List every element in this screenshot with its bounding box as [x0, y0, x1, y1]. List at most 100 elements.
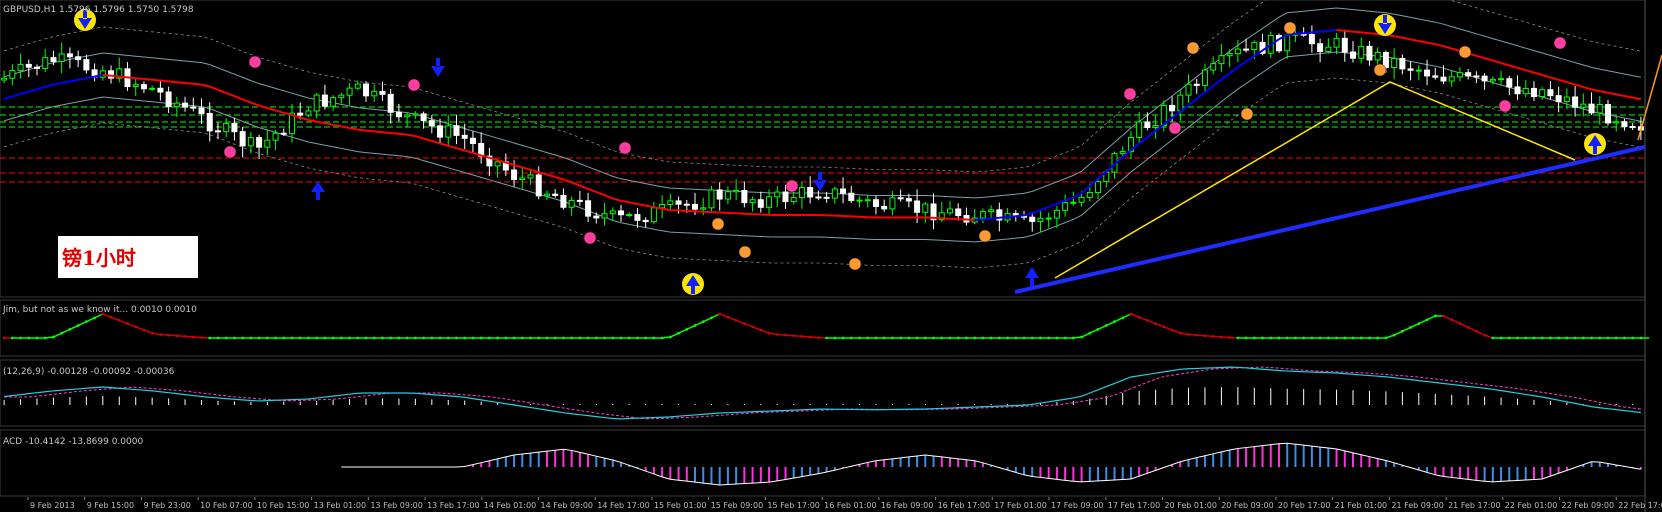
panel1-dot: [1368, 336, 1371, 340]
time-axis-label: 15 Feb 01:00: [654, 501, 706, 510]
ma-segment: [102, 74, 112, 77]
ma-segment: [1146, 130, 1157, 138]
ma-segment: [1484, 57, 1494, 62]
panel1-dot: [767, 331, 771, 335]
time-axis-label: 9 Feb 15:00: [87, 501, 134, 510]
panel1-dot: [35, 336, 39, 340]
panel1-dot: [1639, 336, 1643, 340]
ma-segment: [225, 92, 235, 98]
candle-body: [239, 131, 246, 147]
candle-body: [453, 125, 460, 136]
ma-segment: [1632, 96, 1642, 101]
candle-body: [1210, 63, 1217, 71]
ma-segment: [1451, 47, 1461, 52]
panel1-dot: [619, 336, 623, 340]
indicator-panel-1: [2, 312, 1650, 340]
panel1-dot: [1433, 314, 1437, 318]
candle-body: [585, 200, 592, 217]
macd-panel: [3, 366, 1641, 420]
ma-segment: [1245, 55, 1255, 63]
candle-body: [683, 203, 690, 206]
candle-body: [1547, 89, 1554, 97]
panel1-dot: [520, 336, 524, 340]
arrow-down-icon: [431, 58, 445, 77]
candle-body: [1366, 45, 1373, 61]
signal-dot: [248, 55, 262, 69]
panel1-dot: [652, 336, 656, 340]
panel1-dot: [208, 336, 212, 340]
candle-body: [1234, 48, 1241, 55]
candle-body: [1358, 45, 1365, 59]
panel1-dot: [191, 335, 195, 339]
panel1-dot: [1425, 318, 1429, 322]
panel1-dot: [1030, 336, 1034, 340]
ma-segment: [1204, 85, 1214, 94]
panel1-dot: [685, 327, 689, 331]
ma-segment: [1492, 59, 1502, 64]
candle-body: [1407, 68, 1414, 71]
signal-dot: [1186, 41, 1200, 55]
candle-body: [1308, 33, 1315, 45]
candle-body: [461, 134, 468, 139]
ma-segment: [1369, 32, 1378, 35]
candle-body: [108, 70, 115, 79]
candle-body: [34, 66, 41, 69]
panel1-dot: [1269, 336, 1273, 340]
candle-body: [231, 122, 238, 133]
panel1-dot: [899, 336, 903, 340]
panel1-dot: [1581, 336, 1585, 340]
ma-segment: [1311, 30, 1321, 34]
ma-segment: [382, 131, 391, 134]
ma-segment: [1336, 29, 1345, 32]
candle-body: [264, 139, 271, 148]
ma-segment: [324, 122, 334, 126]
candle-body: [363, 83, 370, 97]
ma-segment: [1361, 31, 1370, 35]
ma-segment: [152, 78, 161, 82]
candle-body: [659, 203, 666, 209]
candle-body: [511, 169, 518, 181]
ma-segment: [28, 88, 38, 93]
candle-body: [469, 137, 476, 144]
candle-body: [864, 199, 871, 202]
ma-segment: [1591, 88, 1600, 93]
panel1-dot: [882, 336, 886, 340]
ma-segment: [267, 107, 276, 112]
candle-body: [50, 57, 57, 62]
candle-body: [535, 174, 542, 197]
panel1-dot: [290, 336, 294, 340]
panel1-dot: [825, 336, 829, 340]
panel1-dot: [965, 336, 968, 340]
panel1-dot: [586, 336, 590, 340]
panel1-dot: [923, 336, 927, 340]
candle-body: [182, 102, 189, 108]
panel1-dot: [1565, 336, 1569, 340]
candle-body: [1243, 48, 1250, 51]
panel1-dot: [1516, 336, 1519, 340]
candle-body: [840, 188, 847, 194]
candle-body: [1144, 121, 1151, 129]
candle-body: [338, 94, 345, 99]
panel1-dot: [816, 336, 820, 340]
candle-body: [601, 213, 608, 219]
panel1-dot: [1351, 336, 1355, 340]
signal-dot: [1283, 21, 1297, 35]
candle-body: [905, 198, 912, 202]
ma-segment: [1237, 60, 1247, 69]
candle-body: [675, 200, 682, 205]
candle-body: [609, 210, 616, 215]
ma-segment: [299, 116, 309, 121]
panel1-dot: [1137, 315, 1141, 319]
panel1-dot: [1187, 333, 1190, 336]
candle-body: [1226, 53, 1233, 57]
ma-segment: [1558, 78, 1568, 84]
ma-segment: [587, 187, 597, 193]
time-axis-label: 15 Feb 17:00: [767, 501, 819, 510]
panel1-dot: [397, 336, 401, 340]
panel1-dot: [504, 336, 508, 340]
ma-segment: [1344, 29, 1354, 33]
panel1-dot: [1228, 336, 1232, 340]
ma-segment: [1229, 66, 1239, 75]
time-axis-label: 15 Feb 09:00: [711, 501, 763, 510]
ma-segment: [513, 164, 523, 169]
